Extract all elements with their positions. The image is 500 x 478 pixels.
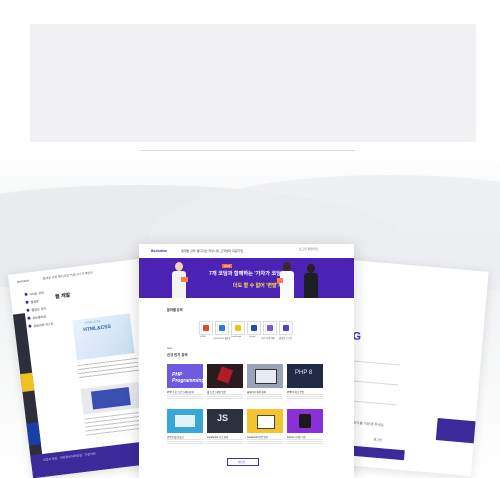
section-title-categories: 분야별 강의 <box>167 308 183 312</box>
course-card[interactable] <box>167 409 203 433</box>
left-menu-item[interactable]: HTML 강좌 <box>24 290 49 297</box>
css-icon <box>219 325 225 331</box>
center-nav: 웹개발 강좌 웹디자인 커뮤니티 고객센터 회원가입 <box>181 249 243 253</box>
left-text-block <box>84 411 147 439</box>
banner-badge: 2023 <box>222 264 233 268</box>
section-title-courses: 신규 인기 강의 <box>167 353 188 357</box>
yellow-thumb <box>20 372 35 393</box>
jquery-icon <box>251 325 257 331</box>
javascript-icon <box>235 325 241 331</box>
course-card[interactable] <box>247 364 283 388</box>
course-card[interactable]: PHP Programming <box>167 364 203 388</box>
bullet-icon <box>25 300 29 304</box>
course-card-art <box>175 415 195 427</box>
left-menu-item[interactable]: 웹접근 강의 <box>26 306 51 313</box>
course-desc <box>287 439 323 444</box>
course-card-logo: JS <box>217 413 229 423</box>
bullet-icon <box>27 316 31 320</box>
html-css-book-image[interactable]: HTML+CSS HTML&CSS <box>72 313 135 361</box>
footer-text: 사업자 정보 · 개인정보처리방침 · 이용약관 <box>42 451 96 463</box>
bullet-icon <box>26 308 30 312</box>
hero-banner[interactable]: 2023 7개 코딩과 함께하는 '가자가 코딩' 더도 할 수 없어 '변말'… <box>139 258 354 298</box>
category-roadmap[interactable] <box>279 321 293 335</box>
course-card[interactable] <box>287 409 323 433</box>
left-page-title: 웹 개발 <box>54 292 71 301</box>
left-menu-item[interactable]: 웹표준 <box>25 298 50 305</box>
course-desc <box>207 439 243 444</box>
nav-item[interactable]: 커뮤니티 <box>208 249 219 253</box>
bullet-icon <box>24 292 28 297</box>
center-logo[interactable]: Bsolution <box>151 249 167 253</box>
category-label: jQuery <box>249 336 256 338</box>
figma-icon <box>299 414 311 428</box>
book-label: HTML+CSS <box>84 319 101 325</box>
left-text-block <box>77 357 140 381</box>
category-label: 웹개발 로드맵 <box>279 338 292 340</box>
left-menu-item[interactable]: 포트폴리오 <box>27 314 52 321</box>
divider-line <box>140 150 355 151</box>
presentation-stage: Bsolution 웹개발 강좌 웹디자인 커뮤니티 고객센터 웹 개발 HTM… <box>0 0 500 478</box>
second-book-image[interactable] <box>80 381 142 415</box>
php-icon <box>267 325 273 331</box>
course-card-logo: PHP 8 <box>295 370 313 376</box>
category-html[interactable] <box>199 321 213 335</box>
left-logo[interactable]: Bsolution <box>17 278 30 283</box>
category-php[interactable] <box>263 321 277 335</box>
category-css[interactable] <box>215 321 229 335</box>
course-card[interactable] <box>207 364 243 388</box>
right-purple-block <box>435 418 478 444</box>
category-label: PHP 서버 개발 <box>261 338 275 340</box>
course-desc <box>167 439 203 444</box>
category-javascript[interactable] <box>231 321 245 335</box>
instructor-photo-right <box>277 262 295 298</box>
right-label: 로그인 <box>373 437 383 443</box>
course-desc <box>247 439 283 444</box>
category-label: JavaScript <box>231 336 242 338</box>
left-nav[interactable]: 웹개발 강좌 웹디자인 커뮤니티 고객센터 <box>43 271 93 281</box>
more-button[interactable]: 더보기 <box>227 458 259 466</box>
category-label: HTML <box>200 336 206 338</box>
banner-headline: 7개 코딩과 함께하는 '가자가 코딩' <box>209 271 283 277</box>
course-card-art <box>216 366 234 384</box>
laptop-icon <box>257 415 275 429</box>
nav-item[interactable]: 고객센터 <box>220 249 231 253</box>
category-label: CSS/HTML 웹표준 <box>213 338 231 340</box>
course-desc <box>247 394 283 399</box>
utility-links[interactable]: 로그인 회원가입 <box>299 247 318 251</box>
nav-item[interactable]: 웹개발 강좌 <box>181 249 196 253</box>
laptop-icon <box>255 369 277 384</box>
center-header: Bsolution 웹개발 강좌 웹디자인 커뮤니티 고객센터 회원가입 로그인… <box>139 244 354 258</box>
left-menu-item[interactable]: 유료강좌 리스트 <box>28 322 54 329</box>
left-menu: HTML 강좌 웹표준 웹접근 강의 포트폴리오 유료강좌 리스트 <box>24 290 54 333</box>
top-placeholder-card <box>30 24 476 142</box>
course-desc <box>167 394 203 399</box>
section-kicker: NEW <box>167 348 173 350</box>
book-cover <box>90 387 131 410</box>
book-title: HTML&CSS <box>82 323 112 334</box>
blue-thumb <box>26 422 41 446</box>
more-button-label: 더보기 <box>238 461 246 464</box>
center-page-mockup: Bsolution 웹개발 강좌 웹디자인 커뮤니티 고객센터 회원가입 로그인… <box>139 244 354 478</box>
course-card[interactable]: PHP 8 <box>287 364 323 388</box>
course-card[interactable]: JS <box>207 409 243 433</box>
html-icon <box>203 325 209 331</box>
instructor-photo-right-2 <box>303 264 319 298</box>
category-jquery[interactable] <box>247 321 261 335</box>
nav-item[interactable]: 웹디자인 <box>196 249 207 253</box>
banner-subline: 더도 할 수 없어 '변말'치 <box>233 283 283 289</box>
course-card-logo: PHP Programming <box>172 372 203 384</box>
course-desc <box>207 394 243 399</box>
course-desc <box>287 394 323 399</box>
bullet-icon <box>28 324 32 328</box>
roadmap-icon <box>283 325 289 331</box>
instructor-photo-left <box>171 262 188 298</box>
course-card[interactable] <box>247 409 283 433</box>
nav-item[interactable]: 회원가입 <box>232 249 243 253</box>
